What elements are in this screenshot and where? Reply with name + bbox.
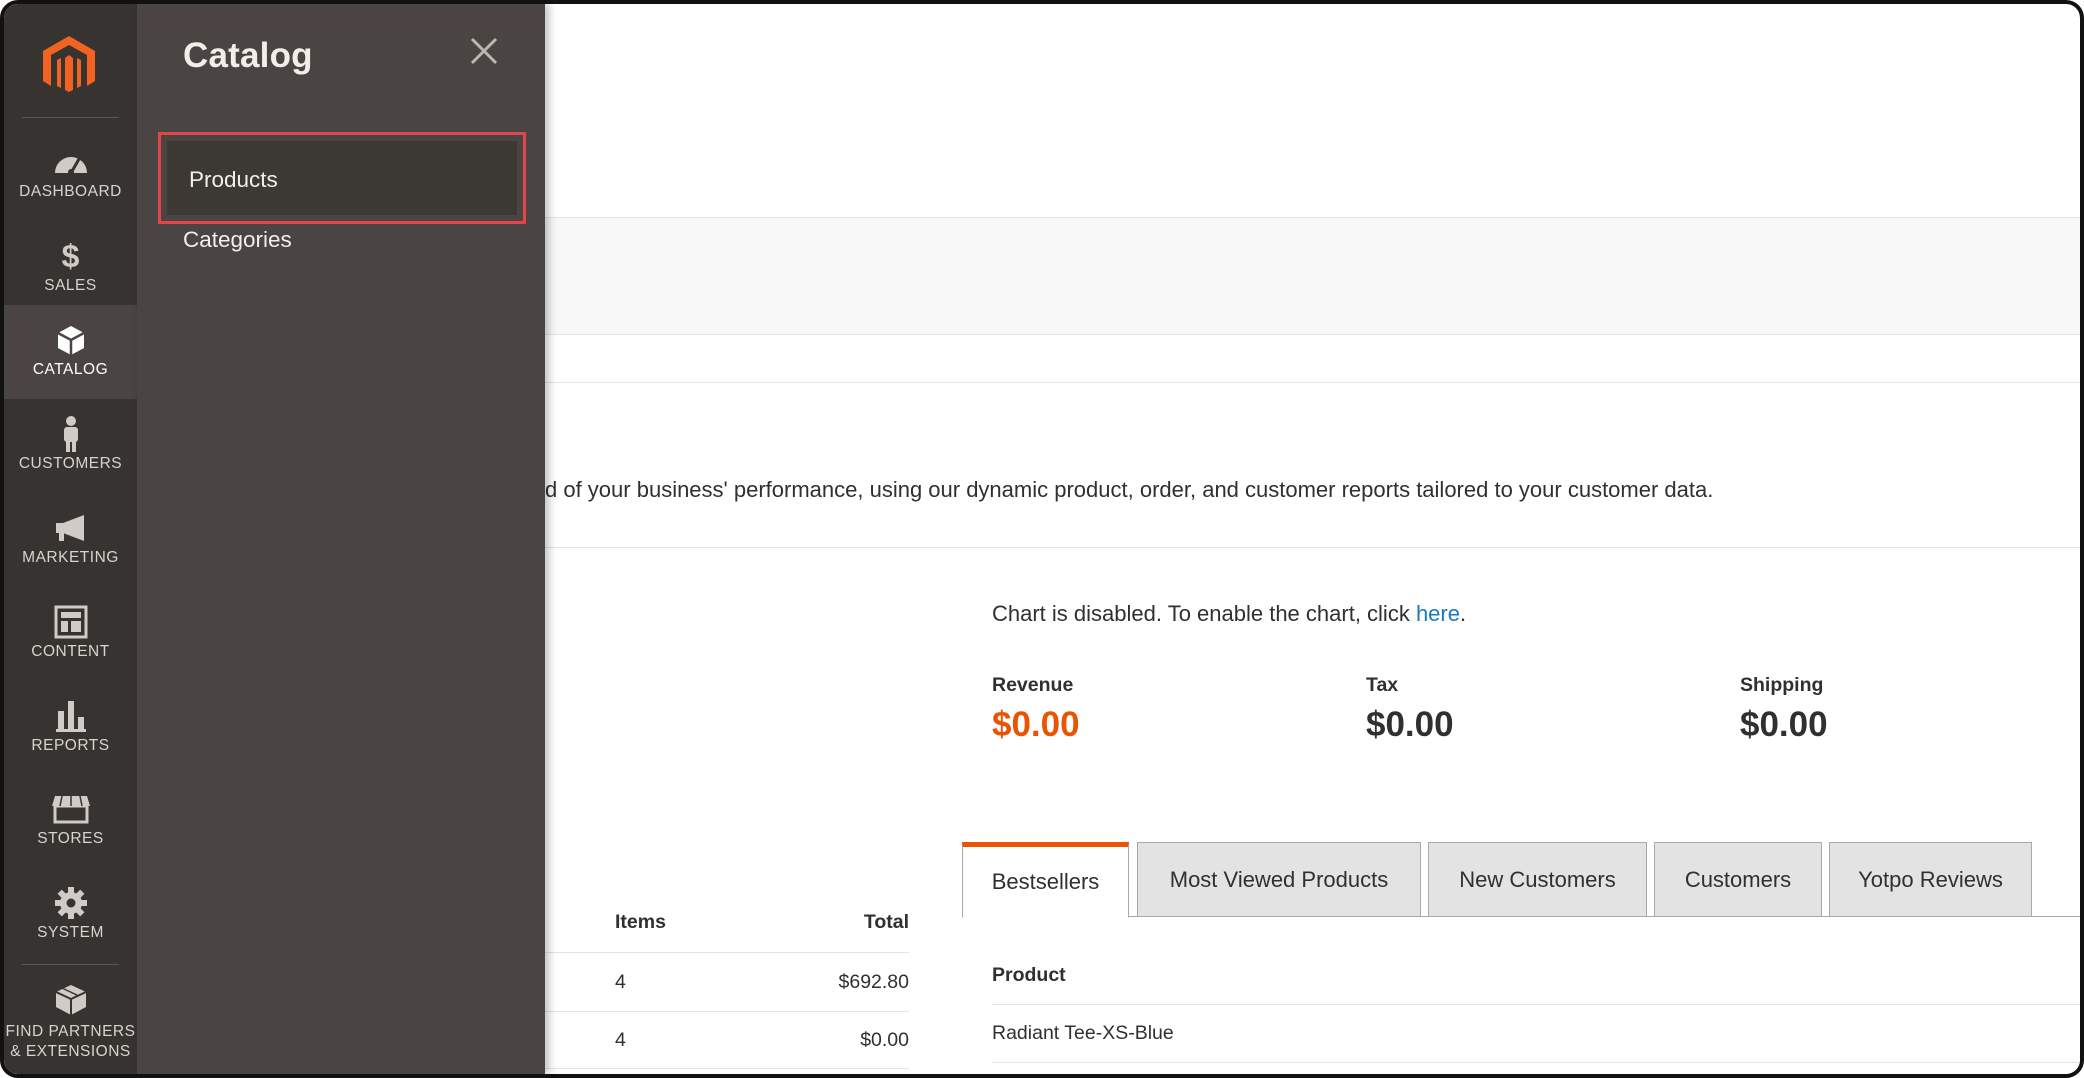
nav-item-marketing[interactable]: MARKETING (4, 493, 137, 587)
column-header-total: Total (863, 911, 909, 933)
flyout-item-label: Products (189, 167, 278, 192)
nav-item-find-partners[interactable]: FIND PARTNERS & EXTENSIONS (4, 976, 137, 1074)
chart-message-period: . (1459, 601, 1467, 626)
table-cell-items: 4 (615, 1029, 626, 1051)
chart-message-text: Chart is disabled. To enable the chart, … (992, 601, 1416, 626)
close-icon[interactable] (469, 36, 499, 66)
tab-customers[interactable]: Customers (1654, 842, 1822, 917)
dashboard-icon (51, 143, 91, 181)
dollar-icon: $ (61, 237, 80, 274)
divider (545, 547, 2080, 548)
magento-logo-icon[interactable] (38, 34, 100, 94)
divider (22, 964, 119, 965)
nav-label: REPORTS (31, 737, 110, 754)
admin-sidebar: DASHBOARD $ SALES CATALOG CUSTOMERS MARK… (4, 4, 137, 1074)
flyout-item-products[interactable]: Products (158, 132, 526, 224)
divider (22, 117, 119, 118)
tab-bestsellers[interactable]: Bestsellers (962, 842, 1129, 918)
nav-label: CUSTOMERS (18, 455, 123, 472)
nav-label-line: & EXTENSIONS (10, 1043, 131, 1060)
table-cell-total: $0.00 (860, 1029, 909, 1051)
tab-yotpo-reviews[interactable]: Yotpo Reviews (1829, 842, 2032, 917)
nav-item-catalog[interactable]: CATALOG (4, 305, 137, 399)
person-icon (51, 415, 91, 453)
box-icon (51, 321, 91, 359)
highlight-bg: Products (167, 141, 517, 215)
nav-item-customers[interactable]: CUSTOMERS (4, 399, 137, 493)
divider (992, 1062, 2080, 1063)
bar-chart-icon (51, 697, 91, 735)
divider (545, 952, 909, 953)
megaphone-icon (51, 509, 91, 547)
catalog-flyout-menu: Catalog Products Categories (137, 4, 545, 1074)
shipping-total: Shipping $0.00 (1740, 674, 1828, 745)
chart-disabled-message: Chart is disabled. To enable the chart, … (992, 601, 1466, 627)
divider (545, 1011, 909, 1012)
nav-item-content[interactable]: CONTENT (4, 587, 137, 681)
revenue-value: $0.00 (992, 705, 1080, 744)
nav-item-sales[interactable]: $ SALES (4, 221, 137, 315)
nav-item-reports[interactable]: REPORTS (4, 681, 137, 775)
admin-window: DASHBOARD $ SALES CATALOG CUSTOMERS MARK… (0, 0, 2084, 1078)
flyout-item-categories[interactable]: Categories (183, 227, 292, 253)
tax-label: Tax (1366, 674, 1399, 696)
enable-chart-link[interactable]: here (1416, 601, 1460, 626)
nav-label-line: FIND PARTNERS (5, 1023, 136, 1040)
nav-label: SALES (44, 277, 97, 294)
product-row-link[interactable]: Radiant Tee-XS-Blue (992, 1022, 1174, 1045)
flyout-title: Catalog (183, 36, 313, 75)
nav-item-system[interactable]: SYSTEM (4, 868, 137, 962)
column-header-items: Items (615, 911, 666, 933)
table-cell-total: $692.80 (838, 971, 910, 993)
revenue-total: Revenue $0.00 (992, 674, 1080, 745)
nav-label: CONTENT (31, 643, 110, 660)
nav-item-stores[interactable]: STORES (4, 774, 137, 868)
divider (545, 382, 2080, 383)
gear-icon (51, 884, 91, 922)
shipping-value: $0.00 (1740, 705, 1828, 744)
divider (992, 1004, 2080, 1005)
nav-item-dashboard[interactable]: DASHBOARD (4, 127, 137, 221)
column-header-product: Product (992, 964, 1066, 986)
nav-label: FIND PARTNERS & EXTENSIONS (4, 1022, 137, 1062)
table-cell-items: 4 (615, 971, 626, 993)
divider (545, 1068, 909, 1069)
storefront-icon (51, 790, 91, 828)
blocks-icon (51, 981, 91, 1019)
shipping-label: Shipping (1740, 674, 1824, 696)
layout-icon (51, 603, 91, 641)
nav-label: MARKETING (22, 549, 119, 566)
tab-new-customers[interactable]: New Customers (1428, 842, 1647, 917)
nav-label: SYSTEM (37, 924, 104, 941)
nav-label: CATALOG (32, 361, 109, 378)
nav-label: STORES (37, 830, 104, 847)
tab-most-viewed-products[interactable]: Most Viewed Products (1137, 842, 1421, 917)
nav-label: DASHBOARD (19, 183, 122, 200)
tax-value: $0.00 (1366, 705, 1454, 744)
tax-total: Tax $0.00 (1366, 674, 1454, 745)
revenue-label: Revenue (992, 674, 1074, 696)
page-actions-band (545, 217, 2080, 335)
advanced-reporting-text: d of your business' performance, using o… (545, 477, 1714, 502)
